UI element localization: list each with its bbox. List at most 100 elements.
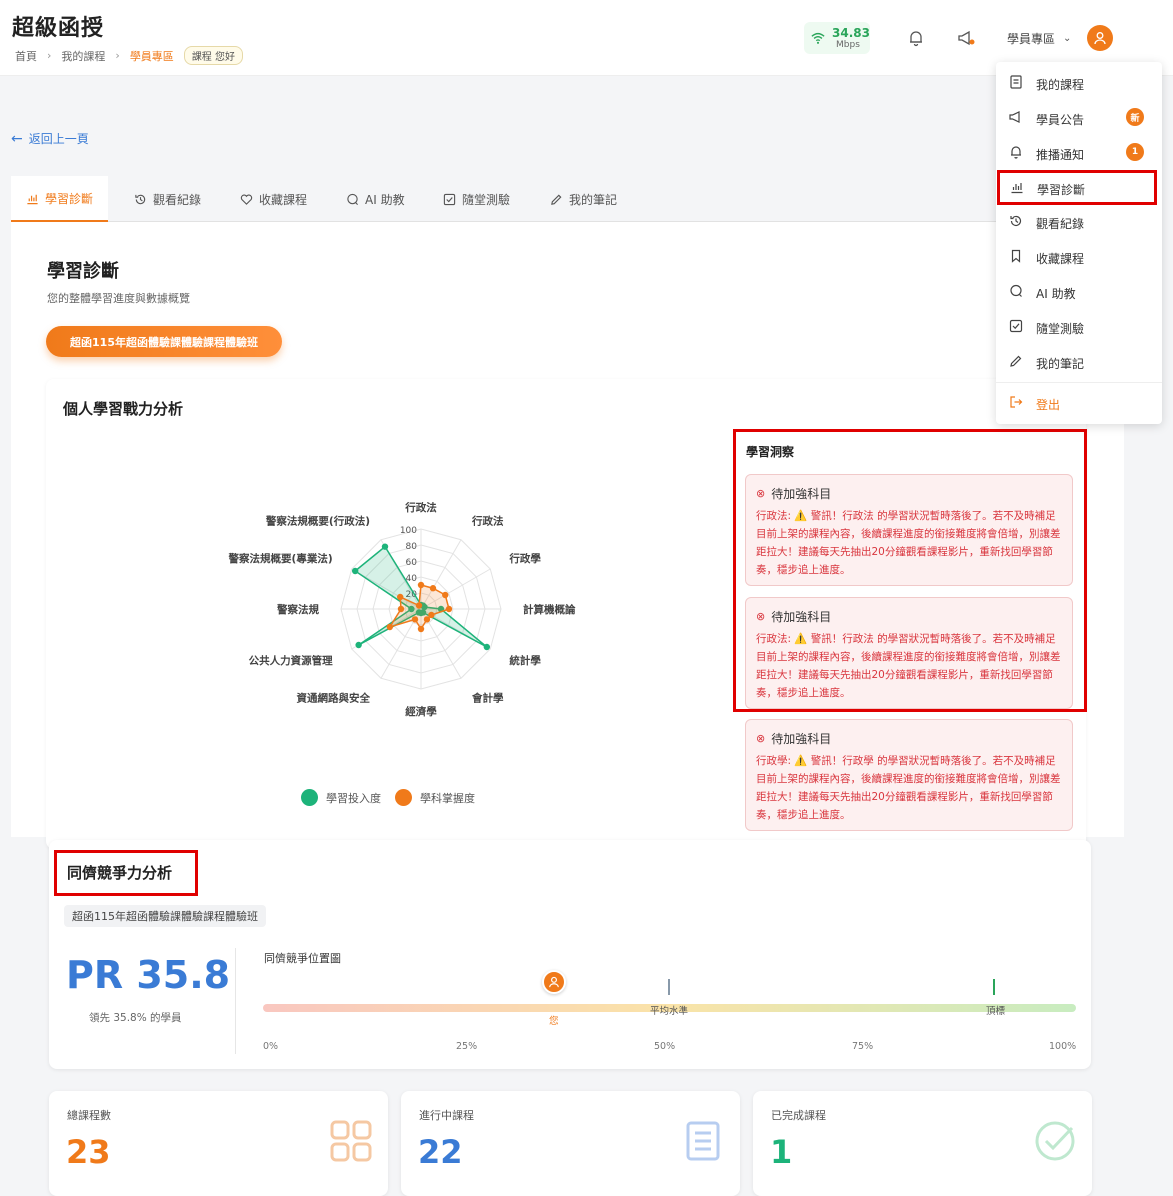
radar-data-point xyxy=(417,625,425,633)
x-circle-icon: ⊗ xyxy=(756,487,766,500)
history-icon xyxy=(135,194,146,204)
chevron-down-icon: ⌄ xyxy=(1063,33,1072,44)
radar-data-point xyxy=(442,591,449,599)
grid-icon xyxy=(330,1120,372,1162)
stat-card-total-courses: 總課程數 23 xyxy=(49,1091,388,1196)
tab-my-notes[interactable]: 我的筆記 xyxy=(550,176,617,222)
new-badge: 新 xyxy=(1126,108,1144,126)
radar-category-label: 警察法規概要(行政法) xyxy=(265,515,370,528)
stat-label: 總課程數 xyxy=(67,1109,111,1122)
megaphone-icon[interactable] xyxy=(957,29,975,47)
menu-item-label: AI 助教 xyxy=(1036,287,1076,301)
checkbox-icon xyxy=(443,193,456,205)
average-marker xyxy=(668,979,670,995)
menu-item-quiz[interactable]: 隨堂測驗 xyxy=(996,309,1162,344)
stat-label: 進行中課程 xyxy=(419,1109,474,1122)
x-circle-icon: ⊗ xyxy=(756,610,766,623)
menu-item-favorites[interactable]: 收藏課程 xyxy=(996,239,1162,274)
peer-title: 同儕競爭力分析 xyxy=(67,864,173,882)
radar-category-label: 資通網路與安全 xyxy=(297,691,371,704)
user-dropdown-menu: 我的課程 學員公告 新 推播通知 1 學習診斷 觀看紀錄 收藏課程 AI 助教 … xyxy=(996,62,1162,424)
tab-label: 隨堂測驗 xyxy=(462,192,511,207)
radar-category-label: 公共人力資源管理 xyxy=(249,654,333,667)
file-icon xyxy=(1010,75,1022,89)
tick-label: 75% xyxy=(852,1041,874,1052)
insight-alert: ⊗ 待加強科目 行政法: ⚠️ 警訊！行政法 的學習狀況暫時落後了。若不及時補足… xyxy=(745,597,1073,709)
menu-item-label: 收藏課程 xyxy=(1036,252,1085,266)
menu-item-push-notifications[interactable]: 推播通知 1 xyxy=(996,135,1162,170)
stat-label: 已完成課程 xyxy=(771,1109,826,1122)
radar-data-point xyxy=(355,641,362,649)
legend-swatch-engagement xyxy=(301,789,318,806)
menu-item-label: 我的筆記 xyxy=(1036,357,1085,371)
tick-label: 0% xyxy=(263,1041,279,1052)
pr-subtitle: 領先 35.8% 的學員 xyxy=(89,1012,182,1024)
breadcrumb-my-courses[interactable]: 我的課程 xyxy=(61,48,105,64)
tab-label: 觀看紀錄 xyxy=(153,192,202,207)
stat-card-in-progress: 進行中課程 22 xyxy=(401,1091,740,1196)
alert-body: 行政學: ⚠️ 警訊！行政學 的學習狀況暫時落後了。若不及時補足目前上架的課程內… xyxy=(756,755,1061,821)
alert-heading-text: 待加強科目 xyxy=(771,610,832,624)
menu-item-my-courses[interactable]: 我的課程 xyxy=(996,65,1162,100)
menu-item-announcements[interactable]: 學員公告 新 xyxy=(996,100,1162,135)
user-icon xyxy=(1094,32,1106,45)
back-link[interactable]: ← 返回上一頁 xyxy=(11,130,89,147)
radar-tick-label: 100 xyxy=(400,526,417,536)
greeting-tag: 課程 您好 xyxy=(183,46,243,65)
alert-body: 行政法: ⚠️ 警訊！行政法 的學習狀況暫時落後了。若不及時補足目前上架的課程內… xyxy=(756,633,1061,699)
you-label: 您 xyxy=(549,1016,559,1027)
radar-category-label: 警察法規概要(專業法) xyxy=(228,552,333,565)
radar-data-point xyxy=(415,602,423,609)
user-menu-toggle[interactable]: 學員專區 ⌄ xyxy=(1007,30,1071,47)
radar-category-label: 行政法 xyxy=(404,501,437,514)
back-label: 返回上一頁 xyxy=(28,132,89,146)
tab-quiz[interactable]: 隨堂測驗 xyxy=(443,176,510,222)
menu-item-learning-diagnosis[interactable]: 學習診斷 xyxy=(997,170,1157,205)
radar-category-label: 行政法 xyxy=(471,515,504,528)
radar-category-label: 警察法規 xyxy=(276,603,319,616)
bell-icon[interactable] xyxy=(907,29,925,47)
radar-chart: 20406080100行政法行政法行政學計算機概論統計學會計學經濟學資通網路與安… xyxy=(228,501,576,718)
megaphone-icon xyxy=(1009,111,1020,123)
breadcrumb: 首頁 › 我的課程 › 學員專區 課程 您好 xyxy=(15,46,243,65)
stat-value: 23 xyxy=(66,1133,111,1171)
radar-data-point xyxy=(397,593,404,601)
book-icon xyxy=(686,1121,720,1161)
course-select-button[interactable]: 超函115年超函體驗課體驗課程體驗班 xyxy=(46,326,282,357)
alert-heading: ⊗ 待加強科目 xyxy=(756,485,831,502)
brand-logo[interactable]: 超級函授 xyxy=(12,10,104,42)
tab-label: AI 助教 xyxy=(365,192,405,207)
logout-icon xyxy=(1010,396,1023,408)
tab-ai-assistant[interactable]: AI 助教 xyxy=(346,176,405,222)
bookmark-icon xyxy=(1011,249,1021,263)
menu-item-my-notes[interactable]: 我的筆記 xyxy=(996,344,1162,379)
menu-item-label: 觀看紀錄 xyxy=(1036,217,1085,231)
menu-item-label: 我的課程 xyxy=(1036,78,1085,92)
pencil-icon xyxy=(551,194,562,205)
bell-icon xyxy=(1011,146,1021,159)
avatar[interactable] xyxy=(1087,25,1113,51)
breadcrumb-home[interactable]: 首頁 xyxy=(15,48,37,64)
user-icon xyxy=(549,976,559,988)
tab-learning-diagnosis[interactable]: 學習診斷 xyxy=(11,176,109,222)
tick-label: 25% xyxy=(456,1041,478,1052)
alert-heading: ⊗ 待加強科目 xyxy=(756,608,831,625)
radar-data-point xyxy=(429,585,437,592)
page-title: 學習診斷 xyxy=(47,261,119,282)
top-marker xyxy=(993,979,995,995)
radar-tick-label: 60 xyxy=(406,558,418,568)
chat-icon xyxy=(347,193,359,205)
alert-body: 行政法: ⚠️ 警訊！行政法 的學習狀況暫時落後了。若不及時補足目前上架的課程內… xyxy=(756,510,1061,576)
menu-item-ai-assistant[interactable]: AI 助教 xyxy=(996,274,1162,309)
pencil-icon xyxy=(1010,355,1022,367)
chat-icon xyxy=(1010,284,1022,297)
menu-item-logout[interactable]: 登出 xyxy=(996,385,1162,420)
radar-tick-label: 80 xyxy=(406,542,418,552)
menu-item-label: 登出 xyxy=(1036,398,1061,412)
menu-item-watch-history[interactable]: 觀看紀錄 xyxy=(996,204,1162,239)
tab-watch-history[interactable]: 觀看紀錄 xyxy=(134,176,201,222)
radar-data-point xyxy=(417,581,425,589)
menu-item-label: 推播通知 xyxy=(1036,148,1085,162)
chart-icon xyxy=(27,194,38,204)
tab-favorites[interactable]: 收藏課程 xyxy=(240,176,307,222)
